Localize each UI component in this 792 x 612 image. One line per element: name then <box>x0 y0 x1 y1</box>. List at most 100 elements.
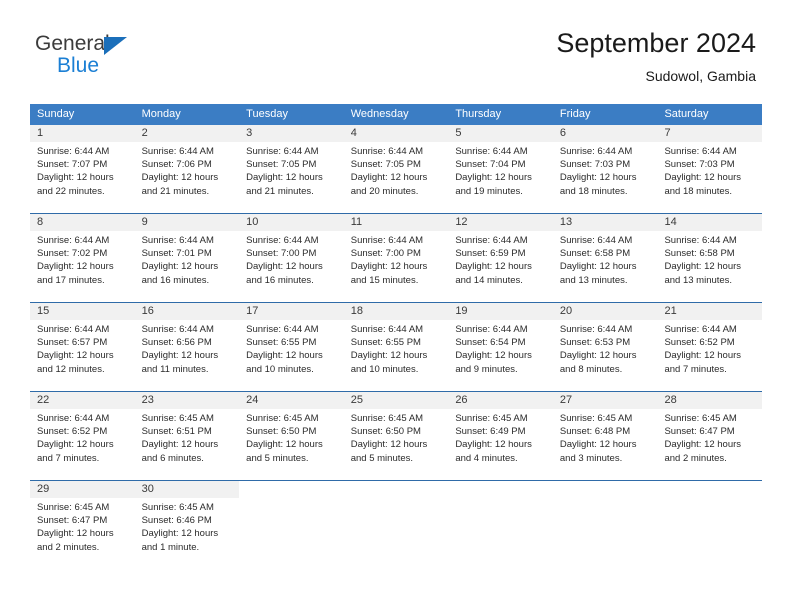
sunrise-text: Sunrise: 6:44 AM <box>350 146 424 157</box>
daylight-text-line2: and 19 minutes. <box>455 185 523 197</box>
day-number: 8 <box>37 216 44 228</box>
calendar-day-cell[interactable]: 30 Sunrise: 6:45 AM Sunset: 6:46 PM Dayligh… <box>134 481 240 569</box>
sunset-text: Sunset: 6:48 PM <box>559 426 631 438</box>
day-details: Sunrise: 6:44 AM Sunset: 7:06 PM Daylight:… <box>135 142 240 198</box>
calendar-day-cell[interactable]: 7 Sunrise: 6:44 AM Sunset: 7:03 PM Daylight… <box>657 125 763 213</box>
day-number-band <box>553 481 658 498</box>
sunrise-text: Sunrise: 6:44 AM <box>664 324 737 335</box>
calendar-day-cell[interactable]: 6 Sunrise: 6:44 AM Sunset: 7:03 PM Daylight… <box>552 125 658 213</box>
calendar-day-cell-empty <box>448 481 553 569</box>
calendar-day-cell[interactable]: 27 Sunrise: 6:45 AM Sunset: 6:48 PM Dayligh… <box>552 392 658 480</box>
daylight-text-line2: and 7 minutes. <box>664 363 727 375</box>
day-number: 7 <box>664 127 671 139</box>
sunset-text: Sunset: 7:05 PM <box>246 159 317 171</box>
daylight-text-line2: and 1 minute. <box>141 541 200 553</box>
calendar-day-cell[interactable]: 13 Sunrise: 6:44 AM Sunset: 6:58 PM Dayligh… <box>552 214 658 302</box>
calendar-day-cell[interactable]: 24 Sunrise: 6:45 AM Sunset: 6:50 PM Dayligh… <box>239 392 344 480</box>
daylight-text-line1: Daylight: 12 hours <box>350 350 428 362</box>
calendar-week-row: 22 Sunrise: 6:44 AM Sunset: 6:52 PM Dayligh… <box>30 391 763 480</box>
triangle-icon <box>104 37 127 55</box>
day-details: Sunrise: 6:44 AM Sunset: 6:52 PM Daylight:… <box>657 320 762 376</box>
sunrise-text: Sunrise: 6:45 AM <box>664 413 737 424</box>
daylight-text-line1: Daylight: 12 hours <box>559 350 637 362</box>
day-number-band: 27 <box>552 392 658 409</box>
day-details: Sunrise: 6:44 AM Sunset: 7:07 PM Daylight:… <box>30 142 135 198</box>
sunrise-text: Sunrise: 6:44 AM <box>37 146 110 157</box>
daylight-text-line1: Daylight: 12 hours <box>559 261 637 273</box>
calendar-day-cell-empty <box>239 481 344 569</box>
day-number-band: 30 <box>134 481 240 498</box>
sunset-text: Sunset: 7:02 PM <box>37 248 108 260</box>
daylight-text-line2: and 21 minutes. <box>246 185 314 197</box>
day-details: Sunrise: 6:44 AM Sunset: 6:54 PM Daylight:… <box>448 320 553 376</box>
day-number: 14 <box>664 216 677 228</box>
calendar-day-cell[interactable]: 10 Sunrise: 6:44 AM Sunset: 7:00 PM Dayligh… <box>239 214 344 302</box>
calendar-day-cell[interactable]: 16 Sunrise: 6:44 AM Sunset: 6:56 PM Dayligh… <box>134 303 240 391</box>
calendar-day-cell[interactable]: 23 Sunrise: 6:45 AM Sunset: 6:51 PM Dayligh… <box>134 392 240 480</box>
sunrise-text: Sunrise: 6:44 AM <box>559 324 633 335</box>
daylight-text-line1: Daylight: 12 hours <box>37 350 114 362</box>
calendar-day-cell[interactable]: 8 Sunrise: 6:44 AM Sunset: 7:02 PM Daylight… <box>30 214 135 302</box>
calendar-day-cell[interactable]: 19 Sunrise: 6:44 AM Sunset: 6:54 PM Dayligh… <box>448 303 553 391</box>
daylight-text-line2: and 5 minutes. <box>246 452 309 464</box>
day-details: Sunrise: 6:45 AM Sunset: 6:49 PM Daylight:… <box>448 409 553 465</box>
day-of-week-header-wednesday: Wednesday <box>350 108 409 120</box>
sunrise-text: Sunrise: 6:44 AM <box>559 146 633 157</box>
sunset-text: Sunset: 7:03 PM <box>559 159 631 171</box>
daylight-text-line2: and 10 minutes. <box>350 363 419 375</box>
calendar-day-cell[interactable]: 25 Sunrise: 6:45 AM Sunset: 6:50 PM Dayligh… <box>343 392 449 480</box>
calendar-day-cell[interactable]: 9 Sunrise: 6:44 AM Sunset: 7:01 PM Daylight… <box>134 214 240 302</box>
daylight-text-line1: Daylight: 12 hours <box>246 439 323 451</box>
calendar-day-cell[interactable]: 15 Sunrise: 6:44 AM Sunset: 6:57 PM Dayligh… <box>30 303 135 391</box>
calendar-day-cell[interactable]: 21 Sunrise: 6:44 AM Sunset: 6:52 PM Dayligh… <box>657 303 763 391</box>
calendar-day-cell[interactable]: 5 Sunrise: 6:44 AM Sunset: 7:04 PM Daylight… <box>448 125 553 213</box>
daylight-text-line1: Daylight: 12 hours <box>664 350 742 362</box>
calendar-day-cell[interactable]: 20 Sunrise: 6:44 AM Sunset: 6:53 PM Dayligh… <box>552 303 658 391</box>
day-number: 21 <box>664 305 677 317</box>
sunset-text: Sunset: 6:49 PM <box>455 426 526 438</box>
brand-logo[interactable]: General Blue <box>35 32 235 84</box>
calendar-day-cell[interactable]: 3 Sunrise: 6:44 AM Sunset: 7:05 PM Daylight… <box>239 125 344 213</box>
sunrise-text: Sunrise: 6:44 AM <box>246 324 319 335</box>
calendar-day-cell[interactable]: 29 Sunrise: 6:45 AM Sunset: 6:47 PM Dayligh… <box>30 481 135 569</box>
day-number-band: 10 <box>239 214 344 231</box>
calendar-day-cell[interactable]: 2 Sunrise: 6:44 AM Sunset: 7:06 PM Daylight… <box>134 125 240 213</box>
sunrise-text: Sunrise: 6:44 AM <box>664 235 737 246</box>
day-number: 16 <box>141 305 154 317</box>
sunset-text: Sunset: 7:04 PM <box>455 159 526 171</box>
calendar-day-cell[interactable]: 17 Sunrise: 6:44 AM Sunset: 6:55 PM Dayligh… <box>239 303 344 391</box>
day-details <box>448 498 553 501</box>
daylight-text-line2: and 17 minutes. <box>37 274 105 286</box>
day-details: Sunrise: 6:44 AM Sunset: 6:55 PM Daylight:… <box>344 320 449 376</box>
calendar-day-cell[interactable]: 26 Sunrise: 6:45 AM Sunset: 6:49 PM Dayligh… <box>448 392 553 480</box>
day-details: Sunrise: 6:44 AM Sunset: 7:05 PM Daylight:… <box>344 142 449 198</box>
day-details: Sunrise: 6:44 AM Sunset: 6:53 PM Daylight:… <box>553 320 658 376</box>
sunset-text: Sunset: 7:00 PM <box>350 248 421 260</box>
calendar-day-cell[interactable]: 18 Sunrise: 6:44 AM Sunset: 6:55 PM Dayligh… <box>343 303 449 391</box>
daylight-text-line1: Daylight: 12 hours <box>246 261 323 273</box>
page-subtitle: Sudowol, Gambia <box>645 68 756 84</box>
daylight-text-line2: and 13 minutes. <box>664 274 733 286</box>
day-number-band: 19 <box>448 303 553 320</box>
calendar-day-cell[interactable]: 28 Sunrise: 6:45 AM Sunset: 6:47 PM Dayligh… <box>657 392 763 480</box>
sunset-text: Sunset: 6:56 PM <box>141 337 212 349</box>
calendar-day-cell[interactable]: 11 Sunrise: 6:44 AM Sunset: 7:00 PM Dayligh… <box>343 214 449 302</box>
calendar-day-cell[interactable]: 22 Sunrise: 6:44 AM Sunset: 6:52 PM Dayligh… <box>30 392 135 480</box>
calendar-day-cell[interactable]: 14 Sunrise: 6:44 AM Sunset: 6:58 PM Dayligh… <box>657 214 763 302</box>
day-of-week-header-row: Sunday Monday Tuesday Wednesday Thursday Frid… <box>30 104 762 125</box>
calendar-day-cell[interactable]: 1 Sunrise: 6:44 AM Sunset: 7:07 PM Daylight… <box>30 125 135 213</box>
daylight-text-line2: and 2 minutes. <box>664 452 727 464</box>
daylight-text-line1: Daylight: 12 hours <box>141 528 219 540</box>
calendar-day-cell[interactable]: 12 Sunrise: 6:44 AM Sunset: 6:59 PM Dayligh… <box>448 214 553 302</box>
daylight-text-line1: Daylight: 12 hours <box>141 350 219 362</box>
day-number-band <box>657 481 762 498</box>
day-number: 25 <box>350 394 363 406</box>
calendar-day-cell[interactable]: 4 Sunrise: 6:44 AM Sunset: 7:05 PM Daylight… <box>343 125 449 213</box>
daylight-text-line2: and 18 minutes. <box>559 185 628 197</box>
day-number: 13 <box>559 216 573 228</box>
sunrise-text: Sunrise: 6:45 AM <box>37 502 110 513</box>
sunrise-text: Sunrise: 6:45 AM <box>141 413 214 424</box>
day-number-band: 2 <box>134 125 240 142</box>
day-number: 26 <box>455 394 468 406</box>
day-number: 5 <box>455 127 462 139</box>
